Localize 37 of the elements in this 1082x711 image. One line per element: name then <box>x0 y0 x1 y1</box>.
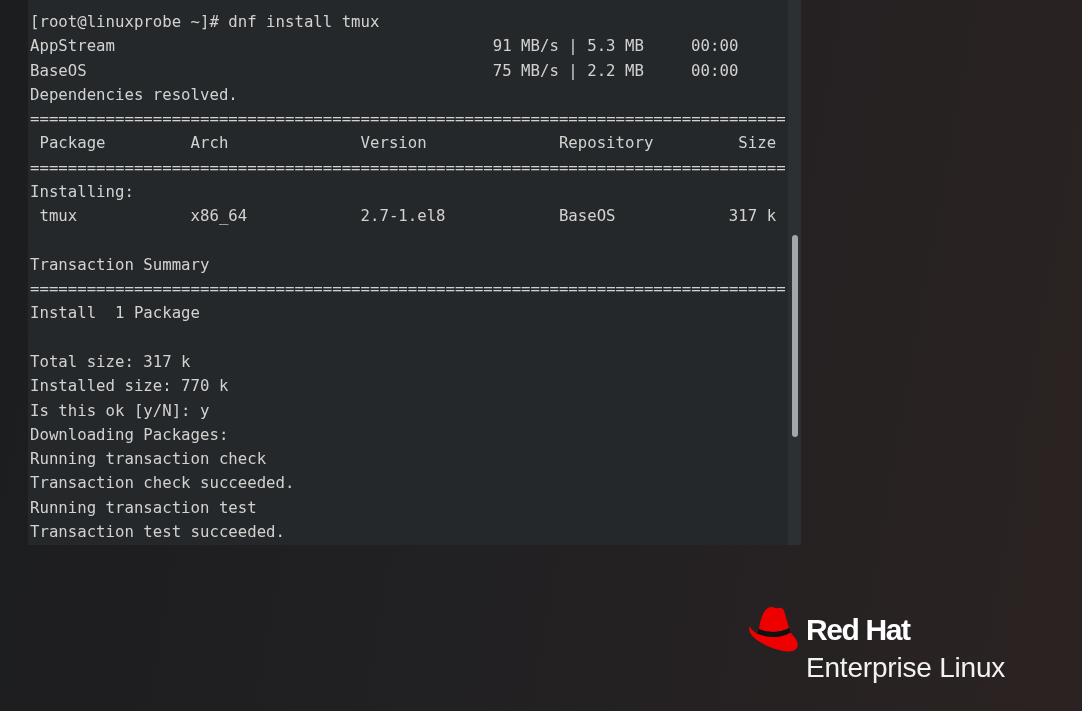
output-line: Is this ok [y/N]: y <box>30 400 210 420</box>
output-line: Transaction Summary <box>30 254 210 274</box>
output-line: Total size: 317 k <box>30 351 191 371</box>
separator-rule: ================================================================================ <box>30 109 786 129</box>
download-stats: 91 MB/s | 5.3 MB <box>492 35 644 58</box>
output-line: Installing: <box>30 181 134 201</box>
shell-command: [root@linuxprobe ~]# dnf install tmux <box>30 12 380 31</box>
repository-name: BaseOS <box>30 59 87 82</box>
column-header: Repository <box>558 132 654 155</box>
scrollbar-track[interactable] <box>788 0 801 545</box>
logo-product-name: Enterprise Linux <box>806 651 1006 685</box>
table-cell-text: 2.7-1.el8 <box>360 205 446 228</box>
table-cell-text: tmux <box>39 205 78 228</box>
output-line: Installed size: 770 k <box>30 376 229 396</box>
download-time: 00:00 <box>691 35 739 58</box>
table-cell-text: 317 k <box>728 205 777 228</box>
output-line: Running transaction test <box>30 497 257 517</box>
output-line: Install 1 Package <box>30 303 200 323</box>
table-cell-text: BaseOS <box>558 205 616 228</box>
separator-rule: ================================================================================ <box>30 279 786 299</box>
column-header: Arch <box>190 132 229 155</box>
download-stats: 75 MB/s | 2.2 MB <box>492 59 644 82</box>
separator-rule: ================================================================================ <box>30 157 786 177</box>
output-line: Transaction check succeeded. <box>30 473 295 493</box>
column-header: Package <box>39 132 106 155</box>
output-line: Dependencies resolved. <box>30 84 238 104</box>
table-cell-text: x86_64 <box>190 205 248 228</box>
output-line: Running transaction check <box>30 449 267 469</box>
column-header: Size <box>738 132 777 155</box>
hat-icon <box>748 605 799 655</box>
scrollbar-thumb[interactable] <box>791 235 798 437</box>
output-line: Transaction test succeeded. <box>30 521 285 541</box>
repository-name: AppStream <box>30 35 115 58</box>
column-header: Version <box>360 132 427 155</box>
logo-wordmark: Red Hat <box>806 613 910 647</box>
output-line: Downloading Packages: <box>30 424 229 444</box>
download-time: 00:00 <box>691 59 739 82</box>
